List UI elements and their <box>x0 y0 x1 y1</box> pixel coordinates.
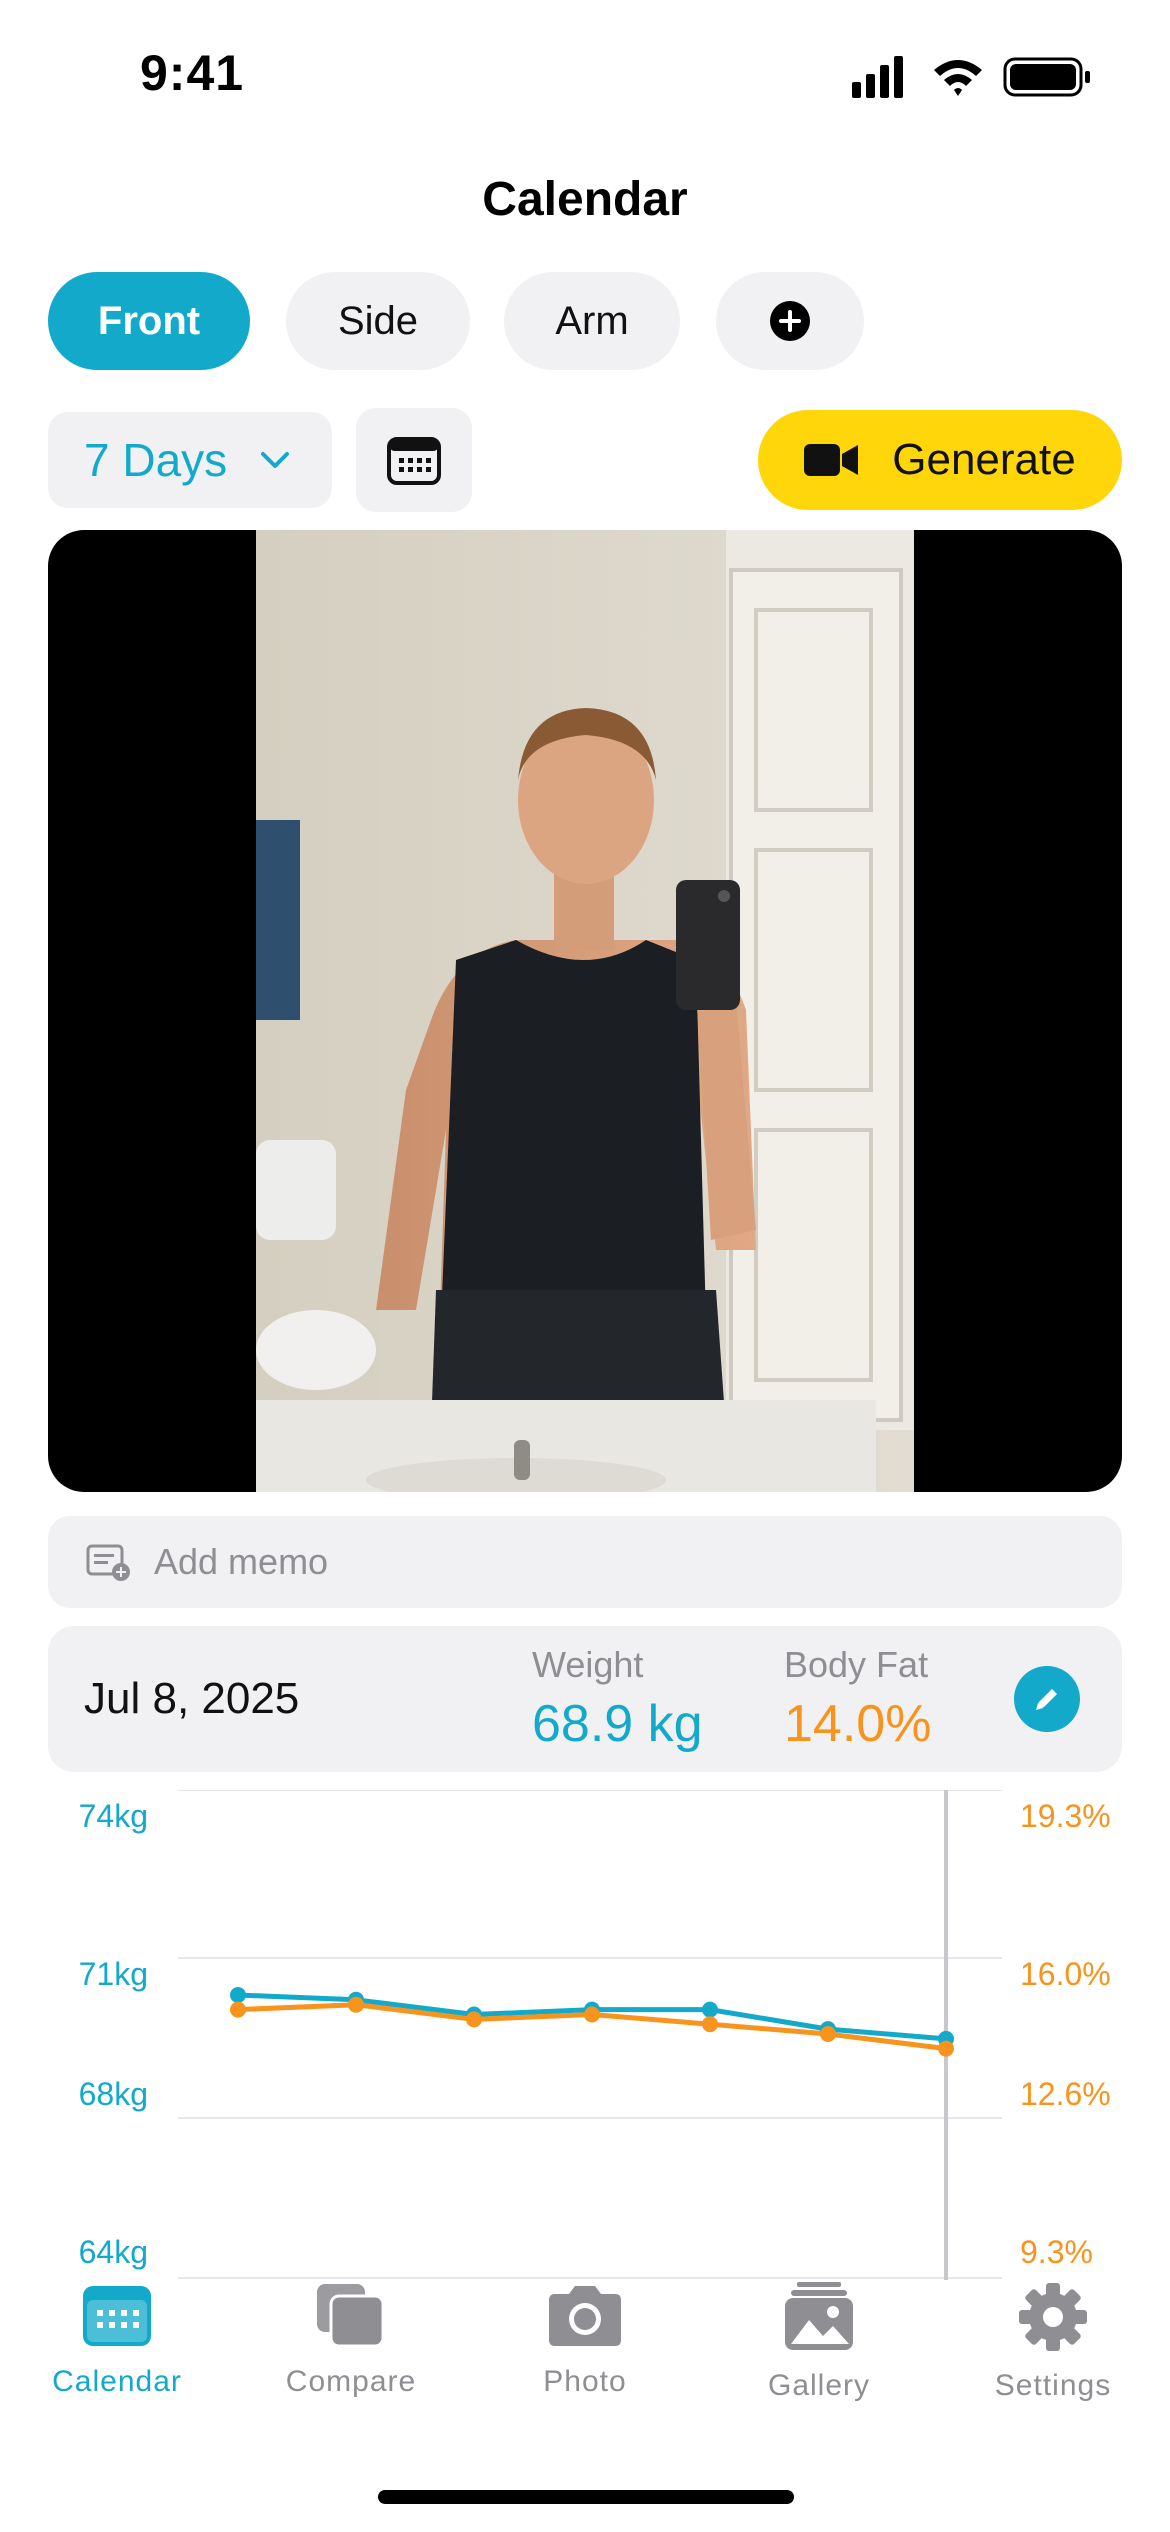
progress-photo-image <box>256 530 914 1492</box>
calendar-icon <box>83 2286 151 2346</box>
bodyfat-label: Body Fat <box>784 1644 929 1685</box>
bodyfat-point <box>348 1996 364 2013</box>
memo-field[interactable]: Add memo <box>48 1516 1122 1608</box>
weight-value: 68.9 kg <box>532 1695 703 1753</box>
status-icons <box>852 56 1090 98</box>
right-axis-tick: 9.3% <box>1020 2234 1093 2270</box>
tabbar-settings[interactable]: Settings <box>936 2282 1170 2403</box>
bodyfat-point <box>938 2040 954 2057</box>
range-label: 7 Days <box>84 434 228 486</box>
chevron-down-icon <box>261 452 290 468</box>
battery-icon <box>1003 57 1090 97</box>
video-camera-icon <box>804 444 859 476</box>
tabbar-photo[interactable]: Photo <box>468 2282 702 2399</box>
weight-point <box>230 1987 246 2003</box>
add-pose-button[interactable] <box>716 272 864 370</box>
calendar-icon <box>387 437 441 485</box>
entry-date: Jul 8, 2025 <box>84 1674 300 1723</box>
left-axis-tick: 71kg <box>78 1956 148 1992</box>
gallery-icon <box>785 2282 853 2350</box>
bodyfat-point <box>466 2011 482 2028</box>
bodyfat-point <box>702 2016 718 2033</box>
weight-bodyfat-chart[interactable]: 74kg 71kg 68kg 64kg 19.3% 16.0% 12.6% 9.… <box>0 1790 1170 2280</box>
weight-label: Weight <box>532 1644 644 1685</box>
memo-add-icon <box>86 1544 130 1581</box>
tab-front[interactable]: Front <box>48 272 250 370</box>
left-axis-tick: 74kg <box>78 1798 148 1834</box>
right-axis-tick: 19.3% <box>1020 1798 1111 1834</box>
tabbar-gallery-label: Gallery <box>767 2369 871 2402</box>
page-title: Calendar <box>482 173 688 226</box>
left-axis-tick: 64kg <box>78 2234 148 2270</box>
bodyfat-point <box>230 2001 246 2018</box>
wifi-icon <box>934 60 982 96</box>
left-axis-tick: 68kg <box>78 2076 148 2112</box>
home-indicator <box>378 2490 794 2504</box>
tabbar-settings-label: Settings <box>994 2369 1112 2402</box>
tab-bar: Calendar Compare Photo Gallery Settings <box>0 2282 1170 2452</box>
edit-entry-button[interactable] <box>1014 1666 1080 1732</box>
compare-icon <box>317 2284 385 2348</box>
camera-icon <box>549 2286 621 2346</box>
status-time: 9:41 <box>140 45 245 101</box>
tabbar-photo-label: Photo <box>543 2365 627 2398</box>
plus-circle-icon <box>770 301 810 341</box>
tab-side[interactable]: Side <box>286 272 470 370</box>
tab-arm-label: Arm <box>555 298 629 343</box>
tabbar-calendar[interactable]: Calendar <box>0 2282 234 2399</box>
tabbar-gallery[interactable]: Gallery <box>702 2282 936 2403</box>
tabbar-compare[interactable]: Compare <box>234 2282 468 2399</box>
pencil-icon <box>1036 1689 1057 1710</box>
bodyfat-point <box>584 2006 600 2023</box>
memo-placeholder: Add memo <box>154 1541 329 1582</box>
right-axis-tick: 12.6% <box>1020 2076 1111 2112</box>
tabbar-calendar-label: Calendar <box>52 2365 182 2398</box>
generate-label: Generate <box>892 435 1076 484</box>
bodyfat-value: 14.0% <box>784 1695 932 1753</box>
calendar-picker-button[interactable] <box>356 408 472 512</box>
signal-icon <box>852 56 903 98</box>
range-selector[interactable]: 7 Days <box>48 412 332 508</box>
entry-summary-card: Jul 8, 2025 Weight 68.9 kg Body Fat 14.0… <box>48 1626 1122 1772</box>
chart-plot <box>178 1790 1002 2280</box>
right-axis-tick: 16.0% <box>1020 1956 1111 1992</box>
bodyfat-point <box>820 2026 836 2042</box>
progress-photo[interactable] <box>48 530 1122 1492</box>
tabbar-compare-label: Compare <box>285 2365 417 2398</box>
tab-side-label: Side <box>337 298 419 343</box>
tab-front-label: Front <box>97 298 201 343</box>
weight-point <box>702 2001 718 2018</box>
generate-button[interactable]: Generate <box>758 410 1122 510</box>
tab-arm[interactable]: Arm <box>504 272 680 370</box>
gear-icon <box>1019 2283 1087 2351</box>
